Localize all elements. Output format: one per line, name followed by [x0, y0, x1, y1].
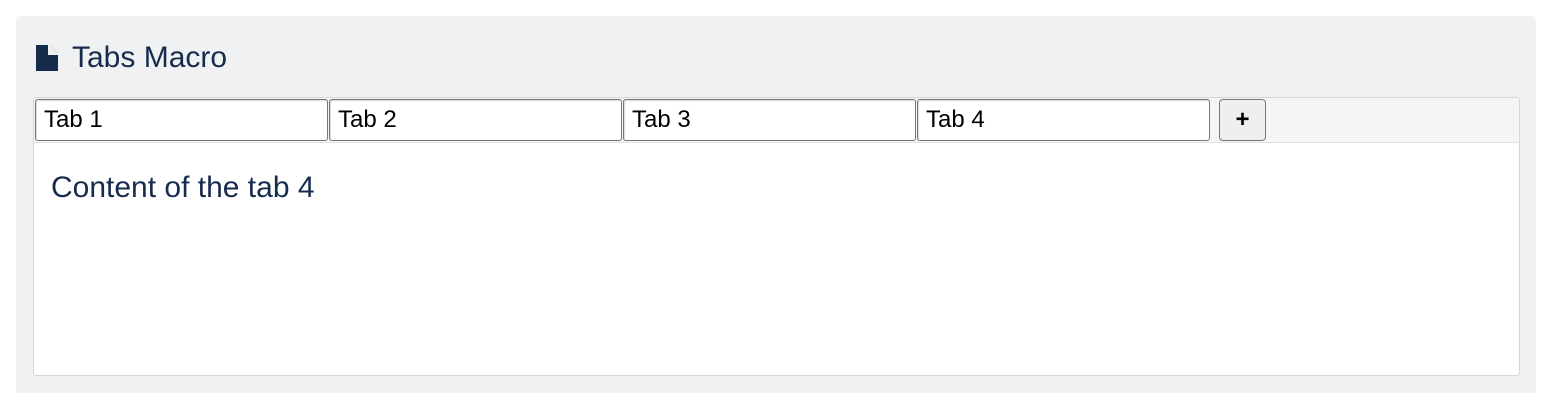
- tabs-macro-panel: Tabs Macro + Content of the tab 4: [16, 16, 1536, 393]
- tabs-container: + Content of the tab 4: [33, 97, 1520, 376]
- tab-4-title-input[interactable]: [917, 99, 1210, 141]
- macro-title: Tabs Macro: [72, 41, 228, 74]
- document-icon: [36, 45, 58, 71]
- macro-header: Tabs Macro: [36, 38, 227, 78]
- tab-1-title-input[interactable]: [35, 99, 328, 141]
- tab-bar: +: [34, 98, 1519, 143]
- tab-2-title-input[interactable]: [329, 99, 622, 141]
- add-tab-button[interactable]: +: [1219, 99, 1266, 141]
- tab-3-title-input[interactable]: [623, 99, 916, 141]
- tab-content: Content of the tab 4: [51, 171, 315, 204]
